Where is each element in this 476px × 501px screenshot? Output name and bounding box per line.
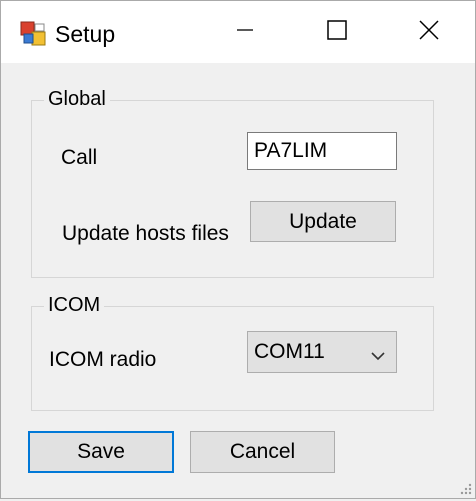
icom-radio-value: COM11: [254, 340, 325, 363]
global-group-title: Global: [44, 88, 110, 111]
maximize-button[interactable]: [291, 1, 383, 63]
call-input[interactable]: PA7LIM: [247, 132, 397, 170]
icom-radio-label: ICOM radio: [49, 348, 157, 371]
chevron-down-icon: [370, 345, 386, 369]
call-label: Call: [61, 146, 98, 169]
setup-app-icon: [20, 21, 46, 47]
maximize-icon: [327, 19, 347, 45]
title-bar[interactable]: Setup: [1, 1, 475, 63]
global-group: Global: [31, 88, 434, 278]
update-hosts-label: Update hosts files: [62, 222, 229, 245]
setup-window: Setup Global Call PA7LIM Update hosts fi…: [0, 0, 476, 499]
icom-radio-select[interactable]: COM11: [247, 331, 397, 373]
minimize-icon: [236, 21, 254, 44]
icom-group-title: ICOM: [44, 294, 105, 317]
resize-grip-icon[interactable]: [459, 482, 473, 496]
window-title: Setup: [55, 21, 116, 47]
close-icon: [419, 19, 439, 45]
update-button[interactable]: Update: [250, 201, 396, 242]
close-button[interactable]: [383, 1, 475, 63]
save-button[interactable]: Save: [28, 431, 174, 473]
minimize-button[interactable]: [199, 1, 291, 63]
cancel-button[interactable]: Cancel: [190, 431, 335, 473]
